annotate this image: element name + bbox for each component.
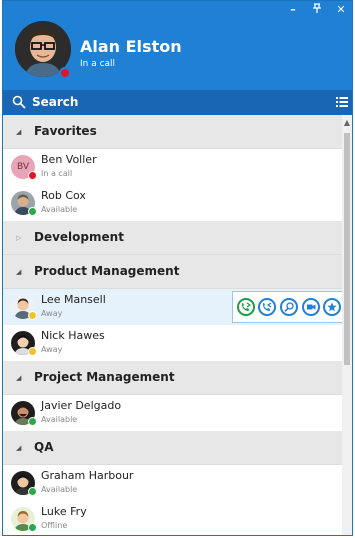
contact-status: Offline <box>41 521 68 530</box>
contact-status: Available <box>41 205 78 214</box>
available-status-dot <box>28 487 37 496</box>
collapsed-triangle-icon[interactable]: ▷ <box>16 234 21 242</box>
video-icon <box>306 304 316 310</box>
contact-actions <box>232 291 343 323</box>
contact-nick-hawes[interactable]: Nick Hawes Away <box>3 325 343 361</box>
call-button[interactable] <box>236 298 255 316</box>
contact-status: Away <box>41 309 63 318</box>
contact-javier-delgado[interactable]: Javier Delgado Available <box>3 395 343 431</box>
away-status-dot <box>28 347 37 356</box>
contact-list: ◢ Favorites BV Ben Voller In a call Rob … <box>3 115 343 535</box>
my-status-dot <box>59 67 71 79</box>
contact-status: Away <box>41 345 63 354</box>
profile-header: – ✕ Alan Elston In a call <box>3 1 352 90</box>
window-controls: – ✕ <box>286 3 348 16</box>
search-contact-button[interactable] <box>279 298 298 316</box>
list-view-icon[interactable] <box>336 96 348 108</box>
search-label[interactable]: Search <box>32 95 78 109</box>
close-button[interactable]: ✕ <box>334 3 348 16</box>
contact-name: Graham Harbour <box>41 469 134 482</box>
call-icon <box>241 302 251 311</box>
away-status-dot <box>28 311 37 320</box>
favorite-button[interactable] <box>323 298 342 316</box>
available-status-dot <box>28 417 37 426</box>
vertical-scrollbar[interactable]: ▲ <box>342 115 352 535</box>
group-favorites[interactable]: ◢ Favorites <box>3 115 343 149</box>
group-name: Development <box>34 230 124 244</box>
scroll-thumb[interactable] <box>344 133 350 365</box>
contact-luke-fry[interactable]: Luke Fry Offline <box>3 501 343 535</box>
contact-ben-voller[interactable]: BV Ben Voller In a call <box>3 149 343 185</box>
expanded-triangle-icon[interactable]: ◢ <box>16 374 21 382</box>
contact-name: Lee Mansell <box>41 293 106 306</box>
search-contact-icon <box>284 302 294 312</box>
my-status-text: In a call <box>80 59 116 69</box>
contact-status: Available <box>41 415 78 424</box>
app-window: – ✕ Alan Elston In a call Search ◢ Favor… <box>2 0 353 536</box>
search-icon <box>12 95 26 109</box>
pin-button[interactable] <box>310 3 324 16</box>
pin-icon <box>313 3 321 13</box>
group-qa[interactable]: ◢ QA <box>3 431 343 465</box>
group-development[interactable]: ▷ Development <box>3 221 343 255</box>
search-bar[interactable]: Search <box>3 90 352 115</box>
group-project-management[interactable]: ◢ Project Management <box>3 361 343 395</box>
offline-status-dot <box>28 523 37 532</box>
video-button[interactable] <box>301 298 320 316</box>
contact-name: Ben Voller <box>41 153 97 166</box>
group-product-management[interactable]: ◢ Product Management <box>3 255 343 289</box>
contact-rob-cox[interactable]: Rob Cox Available <box>3 185 343 221</box>
expanded-triangle-icon[interactable]: ◢ <box>16 268 21 276</box>
transfer-icon <box>263 302 272 311</box>
group-name: Favorites <box>34 124 97 138</box>
minimize-button[interactable]: – <box>286 3 300 16</box>
my-name: Alan Elston <box>80 37 182 56</box>
contact-status: In a call <box>41 169 73 178</box>
contact-name: Rob Cox <box>41 189 86 202</box>
contact-status: Available <box>41 485 78 494</box>
favorite-star-icon <box>327 302 337 312</box>
available-status-dot <box>28 207 37 216</box>
busy-status-dot <box>28 171 37 180</box>
expanded-triangle-icon[interactable]: ◢ <box>16 444 21 452</box>
group-name: Product Management <box>34 264 180 278</box>
expanded-triangle-icon[interactable]: ◢ <box>16 128 21 136</box>
contact-lee-mansell[interactable]: Lee Mansell Away <box>3 289 343 325</box>
scroll-up-arrow-icon[interactable]: ▲ <box>343 119 351 127</box>
contact-graham-harbour[interactable]: Graham Harbour Available <box>3 465 343 501</box>
transfer-button[interactable] <box>258 298 277 316</box>
group-name: Project Management <box>34 370 175 384</box>
group-name: QA <box>34 440 54 454</box>
contact-name: Nick Hawes <box>41 329 105 342</box>
contact-name: Luke Fry <box>41 505 87 518</box>
contact-name: Javier Delgado <box>41 399 122 412</box>
